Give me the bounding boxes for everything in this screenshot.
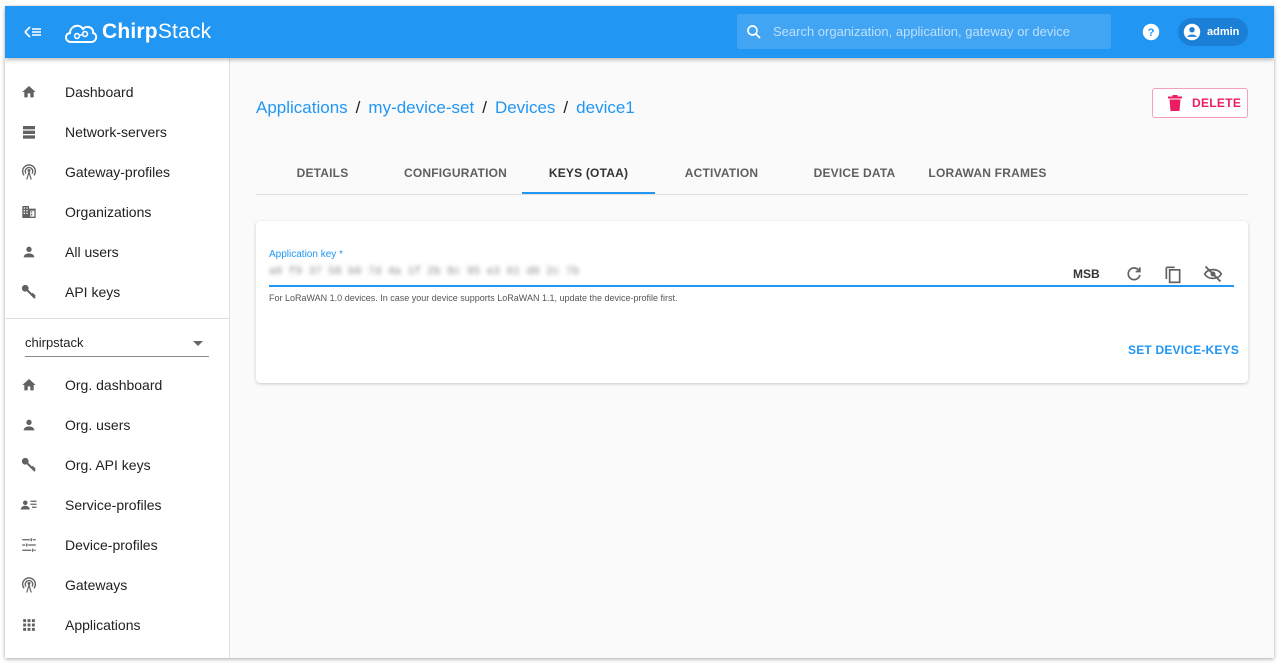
sidebar-item-label: Org. dashboard [65,377,163,393]
app-bar: ChirpStack ? admin [5,6,1274,58]
sidebar-item-applications[interactable]: Applications [5,607,229,643]
sidebar-item-label: Dashboard [65,84,134,100]
domain-icon [19,202,39,222]
sidebar-item-service-profiles[interactable]: Service-profiles [5,487,229,523]
organization-select[interactable]: chirpstack [25,330,209,357]
radio-tower-icon [19,162,39,182]
sidebar-item-label: API keys [65,284,121,300]
keys-form-card: Application key * MSB For LoRaWAN 1.0 de… [256,221,1248,383]
device-tabs: DETAILS CONFIGURATION KEYS (OTAA) ACTIVA… [256,158,1248,195]
person-icon [19,415,39,435]
tab-configuration[interactable]: CONFIGURATION [389,158,522,194]
sidebar-item-label: Service-profiles [65,497,162,513]
delete-button[interactable]: DELETE [1152,88,1248,118]
key-icon [19,455,39,475]
account-circle-icon [1183,23,1201,41]
breadcrumb-separator: / [355,98,361,117]
sidebar-item-label: Network-servers [65,124,167,140]
sidebar-divider [5,318,229,319]
help-icon[interactable]: ? [1142,23,1160,41]
sidebar-item-org-users[interactable]: Org. users [5,407,229,443]
sidebar-item-gateways[interactable]: Gateways [5,567,229,603]
breadcrumb: Applications / my-device-set / Devices / devic… [256,98,635,118]
copy-icon[interactable] [1163,264,1183,284]
set-device-keys-button[interactable]: SET DEVICE-KEYS [1128,343,1239,357]
home-icon [19,375,39,395]
refresh-icon[interactable] [1124,264,1144,284]
app-window: ChirpStack ? admin D [5,6,1274,658]
application-key-underline [269,285,1234,287]
sidebar-item-gateway-profiles[interactable]: Gateway-profiles [5,154,229,190]
application-key-helper: For LoRaWAN 1.0 devices. In case your de… [269,293,678,303]
sidebar-item-label: Gateways [65,577,128,593]
breadcrumb-application[interactable]: my-device-set [368,98,474,117]
chirpstack-logo[interactable]: ChirpStack [62,17,211,47]
breadcrumb-devices[interactable]: Devices [495,98,555,117]
sidebar-item-network-servers[interactable]: Network-servers [5,114,229,150]
tab-device-data[interactable]: DEVICE DATA [788,158,921,194]
organization-select-value: chirpstack [25,335,84,350]
person-icon [19,242,39,262]
sidebar-item-org-dashboard[interactable]: Org. dashboard [5,367,229,403]
user-name: admin [1207,26,1240,38]
server-icon [19,122,39,142]
sidebar-item-api-keys[interactable]: API keys [5,274,229,310]
user-menu-button[interactable]: admin [1178,18,1248,46]
sidebar-item-label: Org. API keys [65,457,151,473]
menu-collapse-icon[interactable] [21,20,45,44]
application-key-label: Application key * [269,249,343,260]
tab-lorawan-frames[interactable]: LORAWAN FRAMES [921,158,1054,194]
tune-icon [19,535,39,555]
breadcrumb-separator: / [563,98,569,117]
sidebar-item-label: Organizations [65,204,152,220]
sidebar-item-label: Device-profiles [65,537,158,553]
sidebar-item-org-api-keys[interactable]: Org. API keys [5,447,229,483]
key-icon [19,282,39,302]
account-details-icon [19,495,39,515]
delete-label: DELETE [1192,96,1242,110]
search-box[interactable] [737,14,1111,49]
sidebar-item-device-profiles[interactable]: Device-profiles [5,527,229,563]
svg-text:?: ? [1148,27,1155,39]
sidebar-item-label: All users [65,244,119,260]
visibility-off-icon[interactable] [1203,264,1223,284]
sidebar-item-organizations[interactable]: Organizations [5,194,229,230]
sidebar-item-label: Applications [65,617,141,633]
cloud-logo-icon [65,24,98,43]
tab-activation[interactable]: ACTIVATION [655,158,788,194]
home-icon [19,82,39,102]
byte-order-toggle[interactable]: MSB [1073,267,1100,281]
chevron-down-icon [193,341,203,346]
breadcrumb-device[interactable]: device1 [576,98,635,117]
sidebar-item-label: Gateway-profiles [65,164,171,180]
tab-details[interactable]: DETAILS [256,158,389,194]
sidebar: Dashboard Network-servers Gateway-profil… [5,58,230,658]
apps-icon [19,615,39,635]
tab-keys-otaa[interactable]: KEYS (OTAA) [522,158,655,194]
radio-tower-icon [19,575,39,595]
search-icon [747,24,761,39]
sidebar-item-label: Org. users [65,417,131,433]
breadcrumb-separator: / [482,98,487,117]
trash-icon [1168,95,1182,111]
logo-text: ChirpStack [102,20,212,43]
search-input[interactable] [771,23,1105,40]
application-key-input[interactable] [269,265,579,279]
breadcrumb-applications[interactable]: Applications [256,98,348,117]
sidebar-item-all-users[interactable]: All users [5,234,229,270]
sidebar-item-dashboard[interactable]: Dashboard [5,74,229,110]
